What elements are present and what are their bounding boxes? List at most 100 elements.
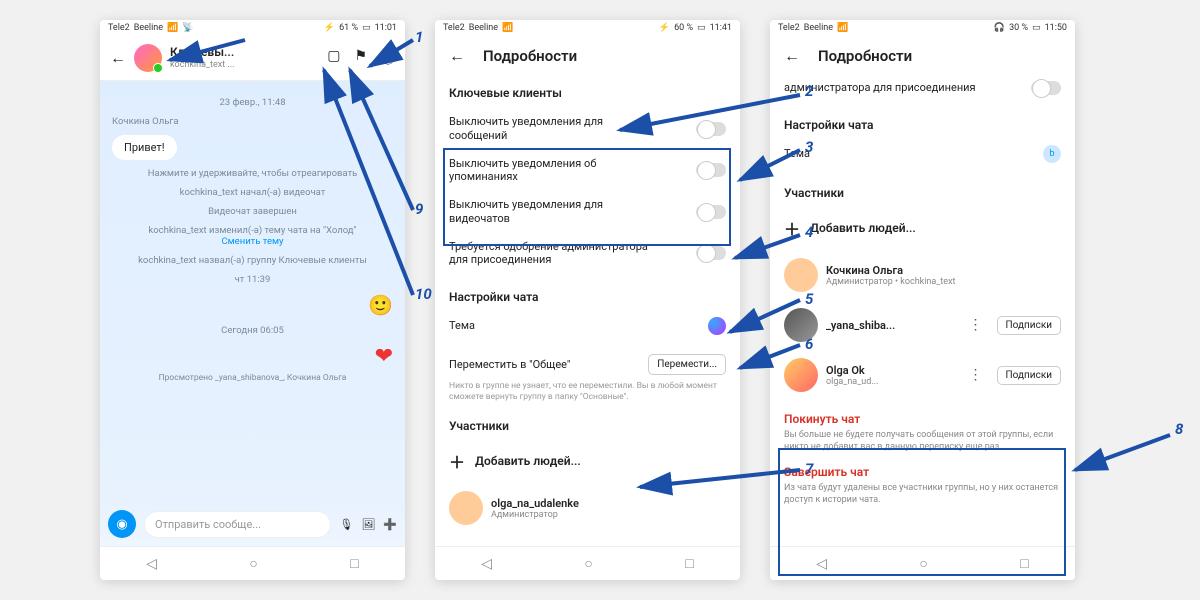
end-note: Из чата будут удалены все участники груп… — [784, 483, 1061, 506]
page-title: Подробности — [483, 47, 577, 65]
member-role: Администратор — [491, 510, 579, 520]
emoji-reaction[interactable]: 🙂 — [112, 293, 393, 317]
message-input[interactable]: Отправить сообще... — [144, 511, 331, 538]
callout-10: 10 — [415, 285, 432, 303]
image-icon[interactable]: 🖼 — [361, 518, 375, 531]
chat-subtitle: kochkina_text ... — [170, 60, 235, 70]
heart-reaction[interactable]: ❤ — [112, 344, 393, 369]
toggle-label: Выключить уведомления для сообщений — [449, 115, 649, 143]
phone-chat: Tele2 Beeline 📶 📡 ⚡ 61 % ▭ 11:01 ← Ключе… — [100, 20, 405, 580]
nav-home-icon[interactable]: ○ — [249, 555, 257, 572]
system-message: kochkina_text начал(-а) видеочат — [112, 187, 393, 198]
carrier: Tele2 — [108, 23, 130, 33]
group-name[interactable]: Ключевые клиенты — [449, 86, 726, 100]
theme-color-icon[interactable] — [708, 317, 726, 335]
add-people[interactable]: ＋ Добавить людей... — [449, 439, 726, 483]
carrier: Tele2 — [443, 23, 465, 33]
toggle-switch[interactable] — [696, 205, 726, 219]
toggle-label: Выключить уведомления об упоминаниях — [449, 157, 649, 185]
toggle-mute-mentions[interactable]: Выключить уведомления об упоминаниях — [449, 150, 726, 192]
nav-home-icon[interactable]: ○ — [584, 555, 592, 572]
seen-by: Просмотрено _yana_shibanova_, Кочкина Ол… — [112, 373, 393, 383]
more-icon[interactable]: ⋮ — [963, 367, 989, 383]
add-people-label: Добавить людей... — [810, 221, 916, 235]
member-name: Olga Ok — [826, 364, 878, 377]
status-bar: Tele2 Beeline 📶 📡 ⚡ 61 % ▭ 11:01 — [100, 20, 405, 36]
nav-back-icon[interactable]: ◁ — [146, 556, 157, 572]
details-header: ← Подробности — [770, 36, 1075, 76]
callout-7: 7 — [805, 460, 813, 478]
theme-label: Тема — [449, 319, 475, 333]
back-icon[interactable]: ← — [449, 46, 465, 66]
chat-title[interactable]: Ключевы... — [170, 46, 235, 59]
section-members: Участники — [449, 419, 726, 433]
subscribe-button[interactable]: Подписки — [997, 316, 1061, 335]
section-chat-settings: Настройки чата — [784, 118, 1061, 132]
toggle-admin-approval[interactable]: Требуется одобрение администратора для п… — [449, 233, 726, 275]
system-message: kochkina_text назвал(-а) группу Ключевые… — [112, 255, 393, 266]
theme-color-icon[interactable]: b — [1043, 145, 1061, 163]
member-row[interactable]: _yana_shiba... ⋮ Подписки — [784, 300, 1061, 350]
move-button[interactable]: Перемести... — [648, 354, 726, 375]
callout-8: 8 — [1175, 420, 1183, 438]
callout-3: 3 — [805, 138, 813, 156]
plus-icon: ＋ — [784, 216, 800, 240]
nav-recent-icon[interactable]: □ — [1020, 555, 1028, 572]
change-theme-link[interactable]: Сменить тему — [221, 236, 283, 247]
nav-back-icon[interactable]: ◁ — [816, 556, 827, 572]
clock: 11:50 — [1045, 23, 1067, 33]
mic-icon[interactable]: 🎙 — [339, 518, 353, 531]
avatar — [784, 258, 818, 292]
camera-button[interactable]: ◉ — [108, 510, 136, 538]
nav-recent-icon[interactable]: □ — [350, 555, 358, 572]
carrier: Tele2 — [778, 23, 800, 33]
toggle-switch[interactable] — [696, 246, 726, 260]
battery-icon: ▭ — [362, 23, 371, 33]
toggle-mute-video[interactable]: Выключить уведомления для видеочатов — [449, 191, 726, 233]
move-row: Переместить в "Общее" Перемести... — [449, 354, 726, 375]
end-chat[interactable]: Завершить чат — [784, 465, 1061, 479]
avatar — [784, 358, 818, 392]
bluetooth-icon: ⚡ — [659, 23, 670, 33]
toggle-mute-messages[interactable]: Выключить уведомления для сообщений — [449, 108, 726, 150]
callout-1: 1 — [415, 28, 423, 46]
leave-chat[interactable]: Покинуть чат — [784, 412, 1061, 426]
flag-icon[interactable]: ⚑ — [354, 48, 367, 68]
toggle-switch[interactable] — [696, 163, 726, 177]
details-header: ← Подробности — [435, 36, 740, 76]
toggle-switch[interactable] — [1031, 81, 1061, 95]
move-note: Никто в группе не узнает, что ее перемес… — [449, 381, 726, 403]
member-row[interactable]: olga_na_udalenke Администратор — [449, 483, 726, 533]
add-people[interactable]: ＋ Добавить людей... — [784, 206, 1061, 250]
section-chat-settings: Настройки чата — [449, 290, 726, 304]
callout-4: 4 — [805, 223, 813, 241]
more-icon[interactable]: ⋮ — [963, 317, 989, 333]
member-name: Кочкина Ольга — [826, 264, 955, 277]
add-icon[interactable]: ➕ — [383, 518, 397, 531]
nav-recent-icon[interactable]: □ — [685, 555, 693, 572]
member-role: Администратор • kochkina_text — [826, 277, 955, 287]
time-divider: чт 11:39 — [112, 274, 393, 285]
chat-body[interactable]: 23 февр., 11:48 Кочкина Ольга Привет! На… — [100, 81, 405, 502]
nav-home-icon[interactable]: ○ — [919, 555, 927, 572]
signal-icon: 📶 — [502, 23, 513, 33]
back-icon[interactable]: ← — [784, 46, 800, 66]
nav-back-icon[interactable]: ◁ — [481, 556, 492, 572]
toggle-admin-approval-cut[interactable]: администратора для присоединения — [784, 76, 1061, 102]
phone-details-2: Tele2 Beeline 📶 🎧 30 % ▭ 11:50 ← Подробн… — [770, 20, 1075, 580]
theme-row[interactable]: Тема — [449, 310, 726, 342]
headphones-icon: 🎧 — [994, 23, 1005, 33]
info-icon[interactable]: ⓘ — [381, 48, 395, 68]
system-text: kochkina_text изменил(-а) тему чата на "… — [148, 225, 356, 236]
theme-row[interactable]: Тема b — [784, 138, 1061, 170]
toggle-switch[interactable] — [696, 122, 726, 136]
message-bubble[interactable]: Привет! — [112, 135, 177, 160]
member-row[interactable]: Olga Ok olga_na_ud... ⋮ Подписки — [784, 350, 1061, 400]
member-row[interactable]: Кочкина Ольга Администратор • kochkina_t… — [784, 250, 1061, 300]
move-label: Переместить в "Общее" — [449, 358, 570, 371]
date-divider: 23 февр., 11:48 — [112, 97, 393, 108]
subscribe-button[interactable]: Подписки — [997, 366, 1061, 385]
back-icon[interactable]: ← — [110, 48, 126, 68]
video-call-icon[interactable]: ▢ — [327, 48, 340, 68]
avatar[interactable] — [134, 44, 162, 72]
